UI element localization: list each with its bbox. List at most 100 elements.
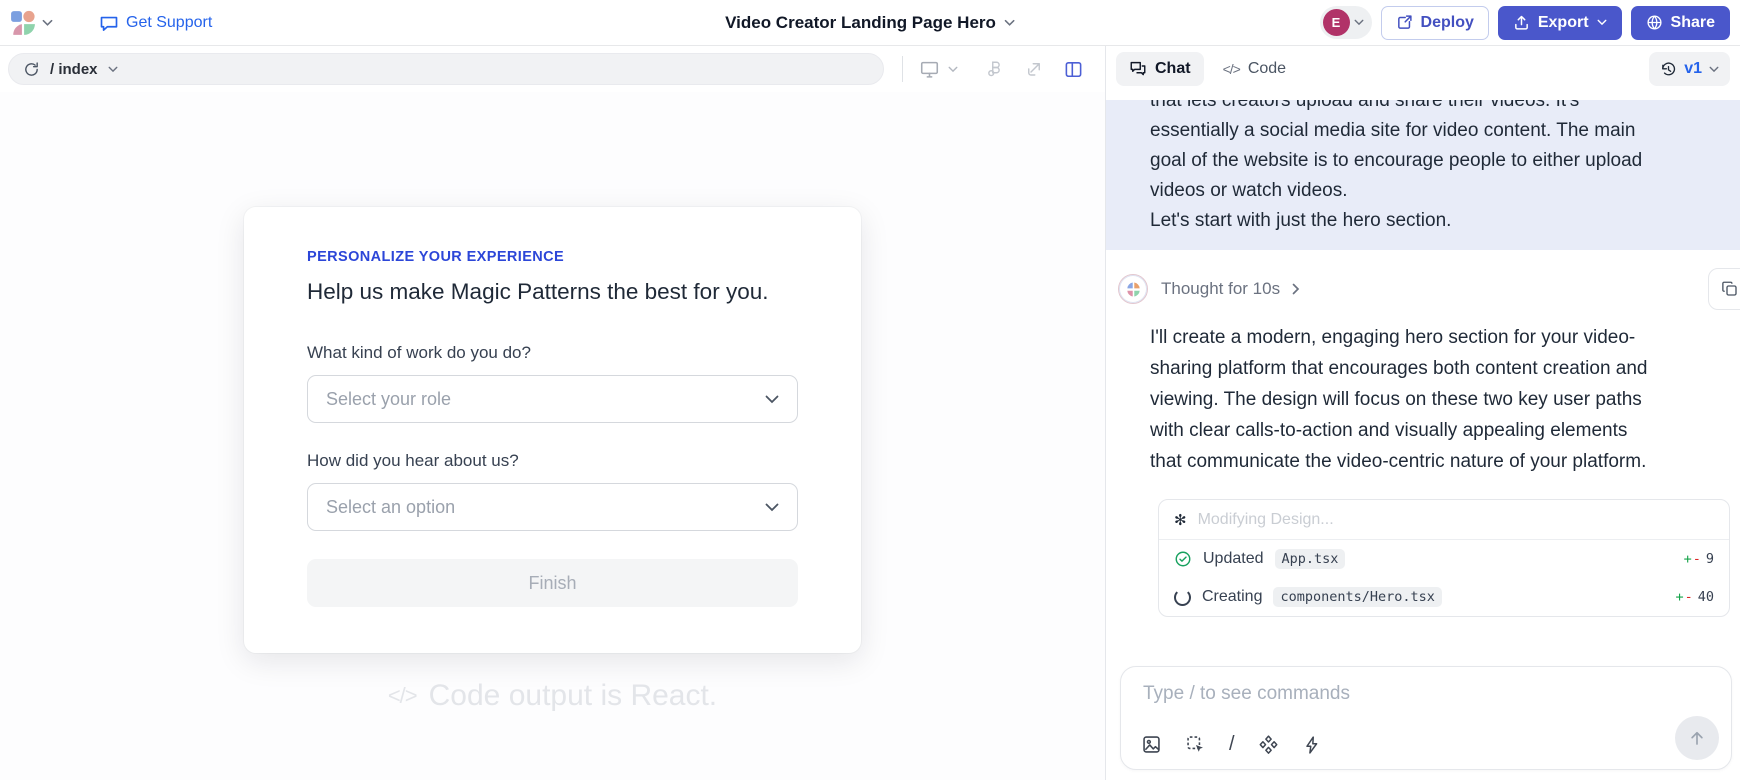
assistant-message-line: with clear calls-to-action and visually …	[1150, 415, 1740, 446]
copy-message-button[interactable]	[1708, 268, 1740, 310]
globe-icon	[1646, 14, 1663, 31]
open-in-new-icon[interactable]	[1025, 60, 1043, 78]
diff-plus: +	[1684, 551, 1692, 567]
file-change-row[interactable]: Updated App.tsx + - 9	[1159, 540, 1729, 578]
file-name-chip: components/Hero.tsx	[1273, 587, 1441, 607]
tab-code[interactable]: </> Code	[1210, 52, 1300, 86]
chat-composer[interactable]: /	[1120, 666, 1732, 770]
user-message-line: that lets creators upload and share thei…	[1150, 100, 1696, 116]
monitor-icon	[919, 60, 940, 79]
thought-label: Thought for 10s	[1161, 279, 1280, 299]
modal-heading: Help us make Magic Patterns the best for…	[307, 279, 798, 305]
refresh-icon[interactable]	[23, 61, 40, 78]
role-select[interactable]: Select your role	[307, 375, 798, 423]
user-message-line: videos or watch videos.	[1150, 176, 1696, 206]
file-action: Creating	[1202, 588, 1262, 606]
code-brackets-icon: </>	[1223, 61, 1240, 77]
chevron-down-icon	[42, 19, 53, 27]
tab-code-label: Code	[1248, 60, 1286, 78]
chevron-down-icon	[1597, 19, 1607, 26]
chat-bubble-icon	[99, 13, 119, 33]
role-select-value: Select your role	[326, 389, 451, 410]
magic-patterns-logo-menu[interactable]	[10, 10, 53, 36]
version-history-selector[interactable]: v1	[1649, 52, 1730, 86]
design-mode-icon[interactable]	[986, 60, 1004, 78]
finish-label: Finish	[528, 573, 576, 594]
diff-count: 40	[1698, 589, 1714, 605]
get-support-label: Get Support	[126, 14, 212, 32]
diff-count: 9	[1706, 551, 1714, 567]
chat-input[interactable]	[1143, 683, 1703, 705]
split-view-icon[interactable]	[1064, 60, 1083, 79]
diff-stats: + - 9	[1684, 551, 1714, 567]
browser-bar: / index	[0, 46, 1105, 92]
app-window: Get Support Video Creator Landing Page H…	[0, 0, 1740, 780]
url-bar[interactable]: / index	[8, 53, 884, 85]
chat-panel: Chat </> Code v1	[1106, 46, 1740, 780]
assistant-message: I'll create a modern, engaging hero sect…	[1150, 322, 1740, 477]
work-question-label: What kind of work do you do?	[307, 343, 798, 363]
deploy-button[interactable]: Deploy	[1381, 6, 1489, 40]
sparkle-icon: ✻	[1174, 511, 1187, 529]
preview-panel: / index	[0, 46, 1106, 780]
chat-message-list[interactable]: that lets creators upload and share thei…	[1106, 92, 1740, 666]
hear-about-select-value: Select an option	[326, 497, 455, 518]
user-message-line: Let's start with just the hero section.	[1150, 206, 1696, 236]
chevron-down-icon	[1354, 19, 1364, 26]
diff-plus: +	[1675, 589, 1683, 605]
diff-minus: -	[1693, 551, 1701, 567]
chevron-right-icon	[1292, 283, 1300, 295]
personalize-modal: PERSONALIZE YOUR EXPERIENCE Help us make…	[244, 207, 861, 653]
spinner-icon	[1174, 589, 1191, 606]
assistant-avatar	[1118, 274, 1148, 304]
components-icon[interactable]	[1258, 734, 1279, 755]
account-menu[interactable]: E	[1320, 6, 1372, 39]
share-button[interactable]: Share	[1631, 6, 1730, 40]
route-path: / index	[50, 61, 98, 78]
get-support-link[interactable]: Get Support	[99, 13, 212, 33]
version-label: v1	[1684, 60, 1702, 78]
history-icon	[1660, 61, 1677, 78]
user-message: that lets creators upload and share thei…	[1106, 100, 1740, 250]
assistant-message-line: sharing platform that encourages both co…	[1150, 353, 1740, 384]
chat-bubbles-icon	[1129, 60, 1147, 78]
user-message-line: essentially a social media site for vide…	[1150, 116, 1696, 146]
build-status-label: Modifying Design...	[1198, 511, 1334, 529]
quick-actions-icon[interactable]	[1302, 735, 1322, 755]
share-label: Share	[1671, 14, 1715, 32]
top-bar: Get Support Video Creator Landing Page H…	[0, 0, 1740, 46]
user-message-line: goal of the website is to encourage peop…	[1150, 146, 1696, 176]
framework-watermark: </> Code output is React.	[0, 679, 1105, 713]
build-progress-card: ✻ Modifying Design... Updated App.tsx +	[1158, 499, 1730, 617]
chevron-down-icon	[765, 395, 779, 404]
hear-about-select[interactable]: Select an option	[307, 483, 798, 531]
tab-chat[interactable]: Chat	[1116, 52, 1204, 86]
device-selector[interactable]	[919, 60, 958, 79]
slash-command-icon[interactable]: /	[1229, 733, 1235, 756]
tab-chat-label: Chat	[1155, 60, 1191, 78]
chevron-down-icon	[1709, 66, 1719, 73]
project-title-menu[interactable]: Video Creator Landing Page Hero	[725, 13, 1015, 33]
select-element-icon[interactable]	[1185, 734, 1206, 755]
magic-patterns-logo-icon	[10, 10, 36, 36]
chevron-down-icon	[765, 503, 779, 512]
chat-header: Chat </> Code v1	[1106, 46, 1740, 92]
file-action: Updated	[1203, 550, 1264, 568]
watermark-text: Code output is React.	[429, 679, 718, 713]
assistant-message-line: viewing. The design will focus on these …	[1150, 384, 1740, 415]
toolbar-divider	[902, 56, 903, 82]
export-button[interactable]: Export	[1498, 6, 1622, 40]
upload-icon	[1513, 14, 1530, 31]
check-circle-icon	[1174, 550, 1192, 568]
chevron-down-icon[interactable]	[108, 66, 118, 73]
chevron-down-icon	[1004, 19, 1015, 27]
file-name-chip: App.tsx	[1275, 549, 1346, 569]
send-button[interactable]	[1675, 716, 1719, 760]
finish-button[interactable]: Finish	[307, 559, 798, 607]
modal-eyebrow: PERSONALIZE YOUR EXPERIENCE	[307, 249, 798, 265]
attach-image-icon[interactable]	[1141, 734, 1162, 755]
file-change-row[interactable]: Creating components/Hero.tsx + - 40	[1159, 578, 1729, 616]
thought-summary[interactable]: Thought for 10s	[1118, 274, 1740, 304]
code-brackets-icon: </>	[388, 683, 417, 709]
export-label: Export	[1538, 14, 1589, 32]
